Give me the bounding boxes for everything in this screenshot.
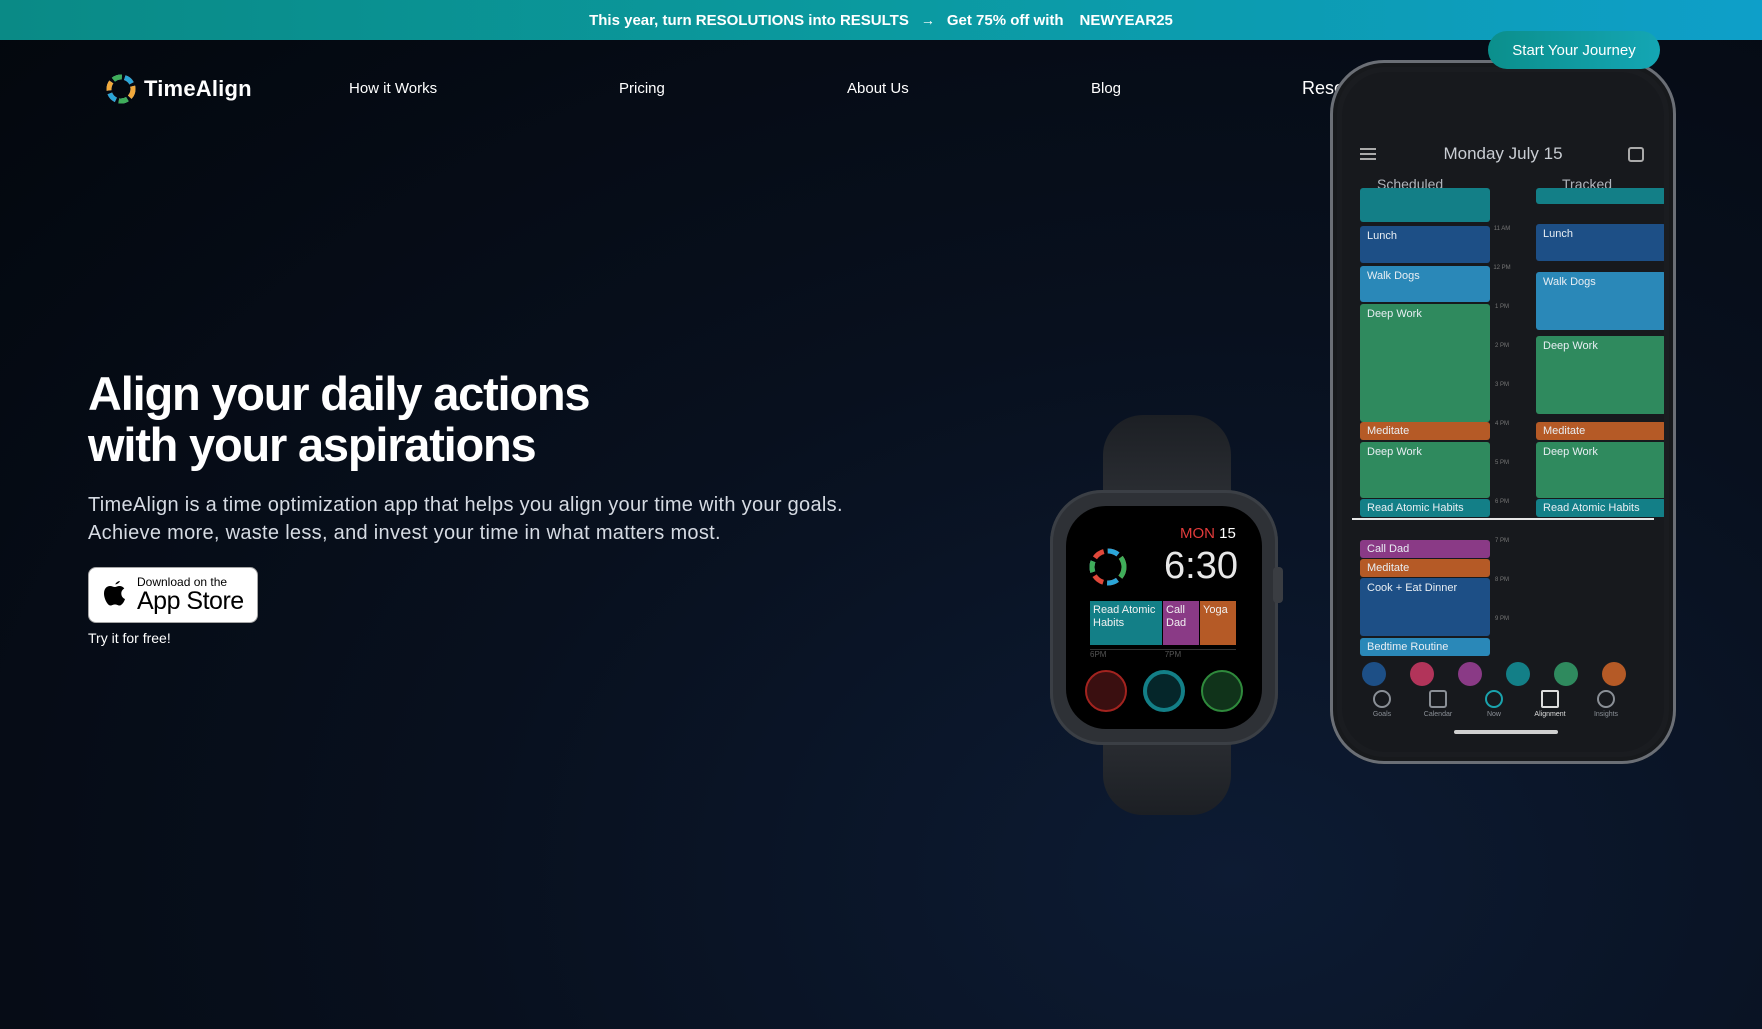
nav-about-us[interactable]: About Us [847, 80, 909, 97]
tab-now[interactable]: Now [1474, 690, 1514, 718]
app-store-button[interactable]: Download on the App Store [88, 567, 258, 623]
phone-header: Monday July 15 [1342, 140, 1664, 170]
calendar-icon [1429, 690, 1447, 708]
star-icon [1373, 690, 1391, 708]
scheduled-event[interactable]: Call Dad [1360, 540, 1490, 558]
scheduled-event[interactable]: Deep Work [1360, 442, 1490, 498]
nav-blog[interactable]: Blog [1091, 80, 1121, 97]
watch-crown [1273, 567, 1283, 603]
category-dot[interactable] [1554, 662, 1578, 686]
try-free-text: Try it for free! [88, 630, 171, 646]
scheduled-event[interactable]: Lunch [1360, 226, 1490, 263]
scheduled-event[interactable] [1360, 188, 1490, 222]
promo-text: This year, turn RESOLUTIONS into RESULTS [589, 11, 909, 29]
start-journey-button[interactable]: Start Your Journey [1488, 31, 1660, 69]
tab-calendar[interactable]: Calendar [1418, 690, 1458, 718]
tracked-event[interactable]: Deep Work [1536, 336, 1664, 414]
hero-sub-line2: Achieve more, waste less, and invest you… [88, 522, 721, 544]
tracked-event[interactable]: Meditate [1536, 422, 1664, 440]
nav-how-it-works[interactable]: How it Works [349, 80, 437, 97]
scheduled-event[interactable]: Cook + Eat Dinner [1360, 578, 1490, 636]
current-time-line [1352, 518, 1654, 520]
scheduled-event[interactable]: Read Atomic Habits [1360, 499, 1490, 517]
category-dot[interactable] [1602, 662, 1626, 686]
watch-date: 15 [1219, 525, 1236, 542]
tracked-event[interactable]: Deep Work [1536, 442, 1664, 498]
watch-timeline: 6PM 7PM [1090, 649, 1236, 659]
watch-day: MON 15 [1180, 525, 1236, 542]
promo-code: NEWYEAR25 [1079, 11, 1173, 29]
watch-time: 6:30 [1164, 545, 1238, 587]
nav-pricing[interactable]: Pricing [619, 80, 665, 97]
watch-day-name: MON [1180, 525, 1215, 542]
arrow-right-icon: → [920, 12, 935, 28]
running-icon [1201, 670, 1243, 712]
tab-label: Alignment [1534, 711, 1566, 718]
hero-sub-line1: TimeAlign is a time optimization app tha… [88, 494, 843, 516]
tracked-event[interactable]: Read Atomic Habits [1536, 499, 1664, 517]
watch-event: Call Dad [1163, 601, 1199, 645]
brand-name: TimeAlign [144, 76, 252, 101]
scheduled-event[interactable]: Bedtime Routine [1360, 638, 1490, 656]
tab-label: Calendar [1423, 711, 1453, 718]
target-icon [1485, 690, 1503, 708]
tracked-event[interactable] [1536, 188, 1664, 204]
scheduled-event[interactable]: Deep Work [1360, 304, 1490, 422]
hero-subtitle: TimeAlign is a time optimization app tha… [88, 491, 908, 547]
tab-insights[interactable]: Insights [1586, 690, 1626, 718]
tab-label: Goals [1372, 711, 1392, 718]
tab-label: Insights [1593, 711, 1619, 718]
chart-ring-icon [1597, 690, 1615, 708]
tracked-event[interactable]: Lunch [1536, 224, 1664, 261]
watch-event: Yoga [1200, 601, 1236, 645]
tab-label: Now [1486, 711, 1501, 718]
hero-title: Align your daily actions with your aspir… [88, 368, 788, 470]
tab-alignment[interactable]: Alignment [1530, 690, 1570, 718]
target-icon [1143, 670, 1185, 712]
calendar-icon [1628, 147, 1644, 162]
watch-tick: 6PM [1090, 650, 1107, 659]
scheduled-event[interactable]: Meditate [1360, 559, 1490, 577]
phone-screen: Monday July 15 Scheduled Tracked 11 AM 1… [1342, 72, 1664, 752]
apple-icon [104, 581, 125, 606]
scheduled-event[interactable]: Meditate [1360, 422, 1490, 440]
category-dot[interactable] [1506, 662, 1530, 686]
tab-goals[interactable]: Goals [1362, 690, 1402, 718]
phone-mockup: Monday July 15 Scheduled Tracked 11 AM 1… [1330, 60, 1676, 764]
watch-mockup: MON 15 6:30 Read Atomic Habits Call Dad … [1050, 415, 1290, 815]
heart-icon [1085, 670, 1127, 712]
watch-band-top [1103, 415, 1231, 500]
category-dot[interactable] [1410, 662, 1434, 686]
watch-event: Read Atomic Habits [1090, 601, 1162, 645]
promo-offer: Get 75% off with [946, 11, 1064, 29]
hero-title-line2: with your aspirations [88, 418, 537, 471]
timealign-logo-icon [106, 74, 136, 104]
category-dot[interactable] [1458, 662, 1482, 686]
category-dot[interactable] [1362, 662, 1386, 686]
hero-title-line1: Align your daily actions [88, 367, 591, 420]
tracked-event[interactable]: Walk Dogs [1536, 272, 1664, 330]
columns-icon [1541, 690, 1559, 708]
timealign-logo-icon [1089, 548, 1127, 586]
home-indicator [1454, 730, 1558, 734]
phone-date: Monday July 15 [1443, 144, 1563, 163]
brand-logo[interactable]: TimeAlign [104, 72, 252, 106]
scheduled-event[interactable]: Walk Dogs [1360, 266, 1490, 302]
appstore-big-label: App Store [137, 587, 244, 615]
watch-tick: 7PM [1164, 650, 1182, 659]
